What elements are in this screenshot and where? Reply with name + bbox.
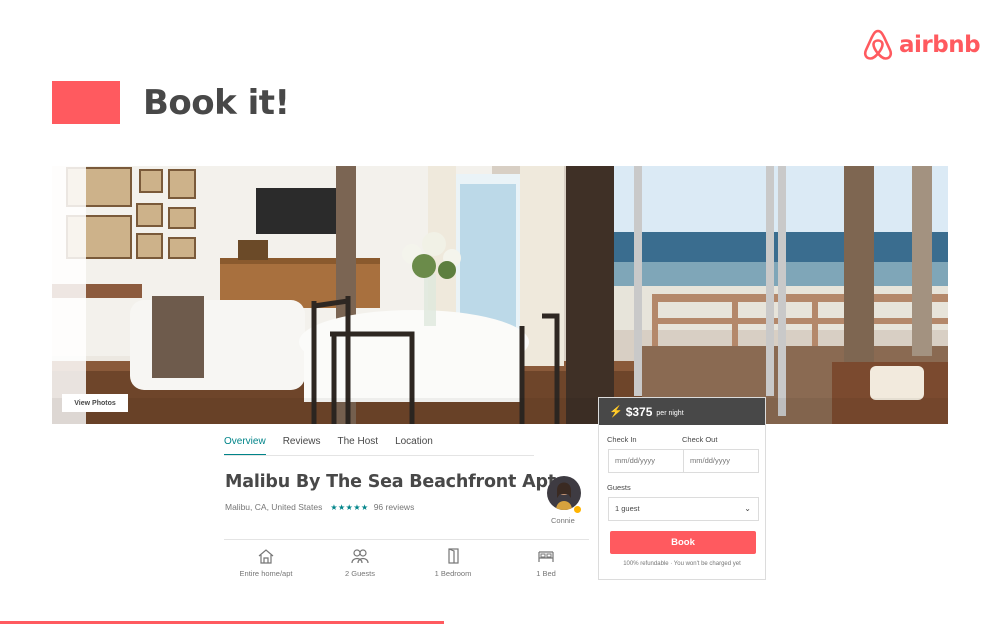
tab-reviews[interactable]: Reviews: [283, 430, 321, 456]
airbnb-logo: airbnb: [862, 27, 981, 63]
amenity-label: 2 Guests: [344, 569, 375, 578]
price-header: ⚡ $375 per night: [599, 398, 765, 425]
listing-tabs: Overview Reviews The Host Location: [224, 430, 534, 456]
check-in-input[interactable]: mm/dd/yyyy: [609, 450, 683, 472]
amenities-row: Entire home/apt 2 Guests 1 Bedroom 1 Bed: [224, 548, 589, 580]
instant-book-icon: ⚡: [609, 406, 623, 418]
superhost-badge-icon: [574, 506, 581, 513]
progress-accent-bar: [0, 621, 444, 624]
amenity-label: Entire home/apt: [239, 569, 293, 578]
title-accent-block: [52, 81, 120, 124]
rating-stars-icon: ★★★★★: [330, 502, 369, 512]
listing-photo[interactable]: [52, 166, 948, 424]
listing-meta: Malibu, CA, United States ★★★★★ 96 revie…: [225, 502, 414, 512]
airbnb-belo-icon: [863, 29, 893, 60]
date-range: mm/dd/yyyy mm/dd/yyyy: [608, 449, 759, 473]
check-in-label: Check In: [607, 435, 637, 444]
amenity-guests: 2 Guests: [315, 548, 405, 578]
per-night-label: per night: [656, 409, 684, 417]
tab-the-host[interactable]: The Host: [337, 430, 378, 456]
view-photos-button[interactable]: View Photos: [62, 394, 128, 412]
refund-note: 100% refundable · You won't be charged y…: [623, 561, 741, 567]
reviews-link[interactable]: 96 reviews: [374, 502, 415, 512]
nightly-price: $375: [625, 404, 653, 419]
amenity-label: 1 Bed: [536, 569, 556, 578]
home-icon: [258, 549, 274, 564]
listing-location: Malibu, CA, United States: [225, 502, 323, 512]
guests-select[interactable]: 1 guest ⌄: [608, 497, 759, 521]
brand-name: airbnb: [899, 32, 981, 58]
tab-location[interactable]: Location: [395, 430, 433, 456]
host-avatar[interactable]: [547, 476, 581, 510]
booking-panel: ⚡ $375 per night Check In Check Out mm/d…: [598, 397, 766, 580]
slide-title: Book it!: [143, 83, 290, 123]
guests-value: 1 guest: [615, 504, 640, 513]
tab-overview[interactable]: Overview: [224, 430, 266, 456]
amenity-bedroom: 1 Bedroom: [408, 548, 498, 578]
amenity-bed: 1 Bed: [501, 548, 591, 578]
check-out-label: Check Out: [682, 435, 718, 444]
check-out-input[interactable]: mm/dd/yyyy: [683, 450, 758, 472]
bed-icon: [538, 551, 554, 562]
amenity-label: 1 Bedroom: [434, 569, 472, 578]
guests-icon: [351, 549, 369, 564]
tabs-divider: [224, 455, 534, 456]
book-button[interactable]: Book: [610, 531, 756, 554]
door-icon: [448, 548, 459, 564]
host-name: Connie: [551, 516, 575, 525]
amenities-divider: [224, 539, 589, 540]
guests-label: Guests: [607, 483, 631, 492]
amenity-home: Entire home/apt: [221, 548, 311, 578]
chevron-down-icon: ⌄: [744, 504, 751, 513]
listing-title: Malibu By The Sea Beachfront Apt: [225, 472, 556, 492]
